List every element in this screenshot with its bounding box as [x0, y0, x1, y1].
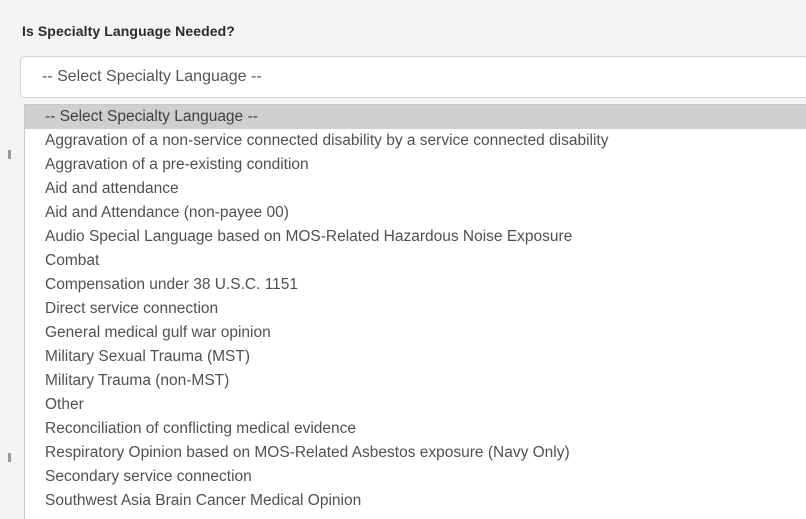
dropdown-option[interactable]: Reconciliation of conflicting medical ev…: [25, 417, 806, 441]
dropdown-option[interactable]: Aid and attendance: [25, 177, 806, 201]
dropdown-option[interactable]: Audio Special Language based on MOS-Rela…: [25, 225, 806, 249]
dropdown-option[interactable]: General medical gulf war opinion: [25, 321, 806, 345]
specialty-language-label: Is Specialty Language Needed?: [22, 23, 235, 39]
dropdown-option[interactable]: Aid and Attendance (non-payee 00): [25, 201, 806, 225]
left-rail: [0, 98, 20, 519]
dropdown-option[interactable]: Other: [25, 393, 806, 417]
dropdown-option[interactable]: Southwest Asia Brain Cancer Medical Opin…: [25, 489, 806, 513]
dropdown-option[interactable]: Compensation under 38 U.S.C. 1151: [25, 273, 806, 297]
dropdown-option[interactable]: Military Trauma (non-MST): [25, 369, 806, 393]
select-current-value: -- Select Specialty Language --: [42, 68, 262, 85]
rail-tick: [8, 150, 11, 159]
specialty-language-select[interactable]: -- Select Specialty Language --: [20, 56, 806, 98]
dropdown-option[interactable]: Combat: [25, 249, 806, 273]
dropdown-option[interactable]: -- Select Specialty Language --: [25, 105, 806, 129]
form-page: Is Specialty Language Needed? -- Select …: [0, 0, 806, 519]
dropdown-option[interactable]: Respiratory Opinion based on MOS-Related…: [25, 441, 806, 465]
dropdown-option[interactable]: Secondary service connection: [25, 465, 806, 489]
dropdown-option[interactable]: Aggravation of a pre-existing condition: [25, 153, 806, 177]
dropdown-option[interactable]: Aggravation of a non-service connected d…: [25, 129, 806, 153]
dropdown-option[interactable]: Military Sexual Trauma (MST): [25, 345, 806, 369]
rail-tick: [8, 453, 11, 462]
dropdown-option[interactable]: Direct service connection: [25, 297, 806, 321]
specialty-language-dropdown-list[interactable]: -- Select Specialty Language -- Aggravat…: [24, 104, 806, 519]
